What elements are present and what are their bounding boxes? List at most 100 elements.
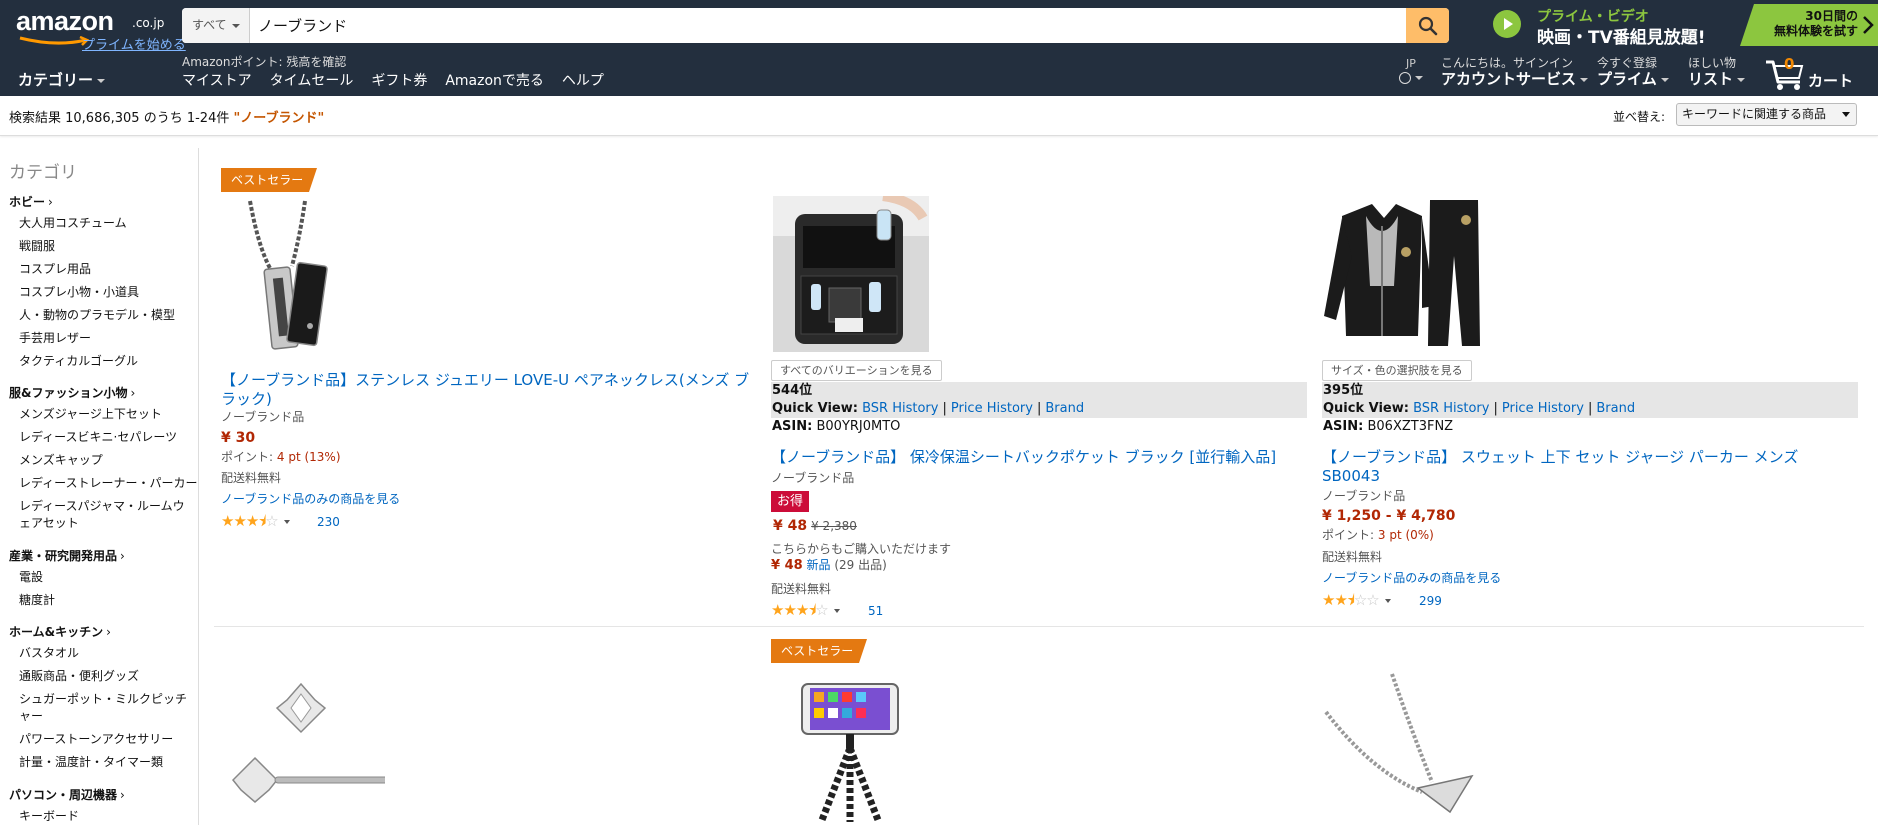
- brand-only-link[interactable]: ノーブランド品のみの商品を見る: [1322, 569, 1501, 586]
- category-item[interactable]: コスプレ用品: [19, 261, 91, 278]
- category-item[interactable]: メンズキャップ: [19, 452, 103, 469]
- chevron-down-icon: [1415, 76, 1423, 80]
- category-item[interactable]: 通販商品・便利グッズ: [19, 668, 139, 685]
- product-image-earring[interactable]: [225, 668, 385, 825]
- extension-info-box: 544位 Quick View: BSR History | Price Histo…: [771, 382, 1307, 436]
- category-item[interactable]: ャー: [19, 708, 43, 725]
- category-item[interactable]: レディーストレーナー・パーカー: [19, 475, 198, 492]
- search-category-dropdown[interactable]: すべて: [182, 8, 250, 43]
- free-trial-text: 30日間の 無料体験を試す: [1774, 9, 1858, 39]
- review-count[interactable]: 51: [868, 604, 883, 618]
- nav-link-timesale[interactable]: タイムセール: [270, 70, 354, 90]
- account-label: アカウントサービス: [1441, 70, 1589, 88]
- brand-only-link[interactable]: ノーブランド品のみの商品を見る: [221, 490, 400, 507]
- price-history-link[interactable]: Price History: [1502, 401, 1584, 416]
- category-item[interactable]: 手芸用レザー: [19, 330, 91, 347]
- product-title[interactable]: 【ノーブランド品】ステンレス ジュエリー LOVE-U ペアネックレス(メンズ …: [221, 371, 761, 409]
- prime-video-tagline: 映画・TV番組見放題!: [1537, 28, 1706, 48]
- view-variations-button[interactable]: すべてのバリエーションを見る: [771, 360, 942, 381]
- result-count: 検索結果 10,686,305 のうち 1-24件 "ノーブランド": [9, 107, 324, 126]
- category-industrial[interactable]: 産業・研究開発用品 ›: [9, 547, 125, 564]
- extension-info-box: 395位 Quick View: BSR History | Price Histo…: [1322, 382, 1858, 436]
- category-item[interactable]: メンズジャージ上下セット: [19, 406, 162, 423]
- prime-video-promo[interactable]: プライム・ビデオ 映画・TV番組見放題!: [1493, 6, 1743, 48]
- other-offers-row[interactable]: ¥ 48 新品 (29 出品): [771, 557, 951, 574]
- shipping-info: 配送料無料: [771, 582, 832, 596]
- product-title[interactable]: 【ノーブランド品】 スウェット 上下 セット ジャージ パーカー メンズ SB0…: [1322, 448, 1862, 486]
- bestseller-badge: ベストセラー: [771, 639, 867, 663]
- category-item[interactable]: 計量・温度計・タイマー類: [19, 754, 163, 771]
- review-count[interactable]: 230: [317, 515, 340, 529]
- bsr-history-link[interactable]: BSR History: [862, 401, 938, 416]
- product-brand: ノーブランド品: [221, 410, 305, 424]
- category-pc[interactable]: パソコン・周辺機器 ›: [9, 786, 125, 803]
- brand-link[interactable]: Brand: [1045, 401, 1084, 416]
- bsr-history-link[interactable]: BSR History: [1413, 401, 1489, 416]
- chevron-down-icon: [1842, 112, 1850, 117]
- nav-link-mystore[interactable]: マイストア: [182, 70, 252, 90]
- points-link[interactable]: Amazonポイント: 残高を確認: [182, 53, 346, 70]
- start-prime-link[interactable]: プライムを始める: [82, 34, 186, 53]
- category-hobby[interactable]: ホビー ›: [9, 193, 53, 210]
- product-brand: ノーブランド品: [1322, 489, 1406, 503]
- account-menu[interactable]: こんにちは。サインイン アカウントサービス: [1441, 56, 1589, 88]
- category-item[interactable]: コスプレ小物・小道具: [19, 284, 139, 301]
- sort-dropdown[interactable]: キーワードに関連する商品: [1676, 103, 1857, 126]
- product-image-necklace[interactable]: [230, 196, 370, 356]
- free-trial-line2: 無料体験を試す: [1773, 24, 1858, 38]
- chevron-right-icon: [1863, 16, 1874, 34]
- wishlist-menu[interactable]: ほしい物 リスト: [1688, 56, 1746, 88]
- nav-link-giftcards[interactable]: ギフト券: [371, 70, 427, 90]
- amazon-logo[interactable]: amazon .co.jp プライムを始める: [16, 6, 186, 53]
- star-rating[interactable]: ★★⯨☆☆: [1322, 590, 1391, 615]
- nav-link-sell[interactable]: Amazonで売る: [445, 70, 544, 90]
- category-item[interactable]: 戦闘服: [19, 238, 55, 255]
- cart-label: カート: [1808, 72, 1854, 90]
- category-item[interactable]: レディースビキニ·セパレーツ: [19, 429, 177, 446]
- category-item[interactable]: シュガーポット・ミルクピッチ: [19, 691, 187, 708]
- category-item[interactable]: バスタオル: [19, 645, 79, 662]
- category-item[interactable]: 大人用コスチューム: [19, 215, 127, 232]
- product-image-sweat-suit[interactable]: [1322, 196, 1482, 352]
- search-button[interactable]: [1406, 8, 1449, 43]
- cart-button[interactable]: 0 カート: [1764, 52, 1864, 92]
- search-category-label: すべて: [192, 18, 227, 32]
- category-item[interactable]: 電設: [19, 569, 43, 586]
- product-price: ¥ 48 ¥ 2,380: [773, 518, 857, 534]
- view-size-color-options-button[interactable]: サイズ・色の選択肢を見る: [1322, 360, 1472, 381]
- free-trial-line1: 30日間の: [1805, 9, 1858, 23]
- language-label: JP: [1406, 57, 1416, 70]
- product-image-pendant[interactable]: [1322, 672, 1482, 825]
- product-image-seat-pocket[interactable]: [773, 196, 929, 352]
- star-rating[interactable]: ★★★⯨☆: [771, 600, 840, 625]
- star-rating[interactable]: ★★★⯨☆: [221, 511, 290, 536]
- chevron-right-icon: ›: [130, 386, 136, 400]
- deal-badge: お得: [771, 491, 809, 512]
- category-item[interactable]: 糖度計: [19, 592, 55, 609]
- category-item[interactable]: 人・動物のプラモデル・模型: [19, 307, 175, 324]
- category-item[interactable]: ェアセット: [19, 515, 79, 532]
- product-title[interactable]: 【ノーブランド品】 保冷保温シートバックポケット ブラック [並行輸入品]: [771, 448, 1311, 467]
- category-menu[interactable]: カテゴリー: [18, 69, 106, 90]
- prime-menu[interactable]: 今すぐ登録 プライム: [1597, 56, 1669, 88]
- price-history-link[interactable]: Price History: [951, 401, 1033, 416]
- review-count[interactable]: 299: [1419, 594, 1442, 608]
- free-trial-banner[interactable]: 30日間の 無料体験を試す: [1740, 4, 1878, 46]
- play-icon: [1493, 10, 1521, 38]
- category-item[interactable]: パワーストーンアクセサリー: [19, 731, 173, 748]
- sort-value: キーワードに関連する商品: [1682, 107, 1827, 121]
- category-item[interactable]: レディースパジャマ・ルームウ: [19, 498, 185, 515]
- brand-link[interactable]: Brand: [1596, 401, 1635, 416]
- nav-link-help[interactable]: ヘルプ: [562, 70, 604, 90]
- category-fashion[interactable]: 服&ファッション小物 ›: [9, 384, 135, 401]
- product-title-line2: ラック): [221, 390, 272, 408]
- language-selector[interactable]: JP: [1396, 57, 1426, 85]
- row-divider: [214, 626, 1864, 627]
- category-item[interactable]: タクティカルゴーグル: [19, 353, 138, 370]
- category-item[interactable]: キーボード: [19, 808, 79, 825]
- product-image-phone-tripod[interactable]: [800, 670, 900, 825]
- prime-label: プライム: [1597, 70, 1669, 88]
- cart-count: 0: [1784, 55, 1795, 73]
- category-home-kitchen[interactable]: ホーム&キッチン ›: [9, 623, 111, 640]
- search-input[interactable]: [250, 8, 1406, 43]
